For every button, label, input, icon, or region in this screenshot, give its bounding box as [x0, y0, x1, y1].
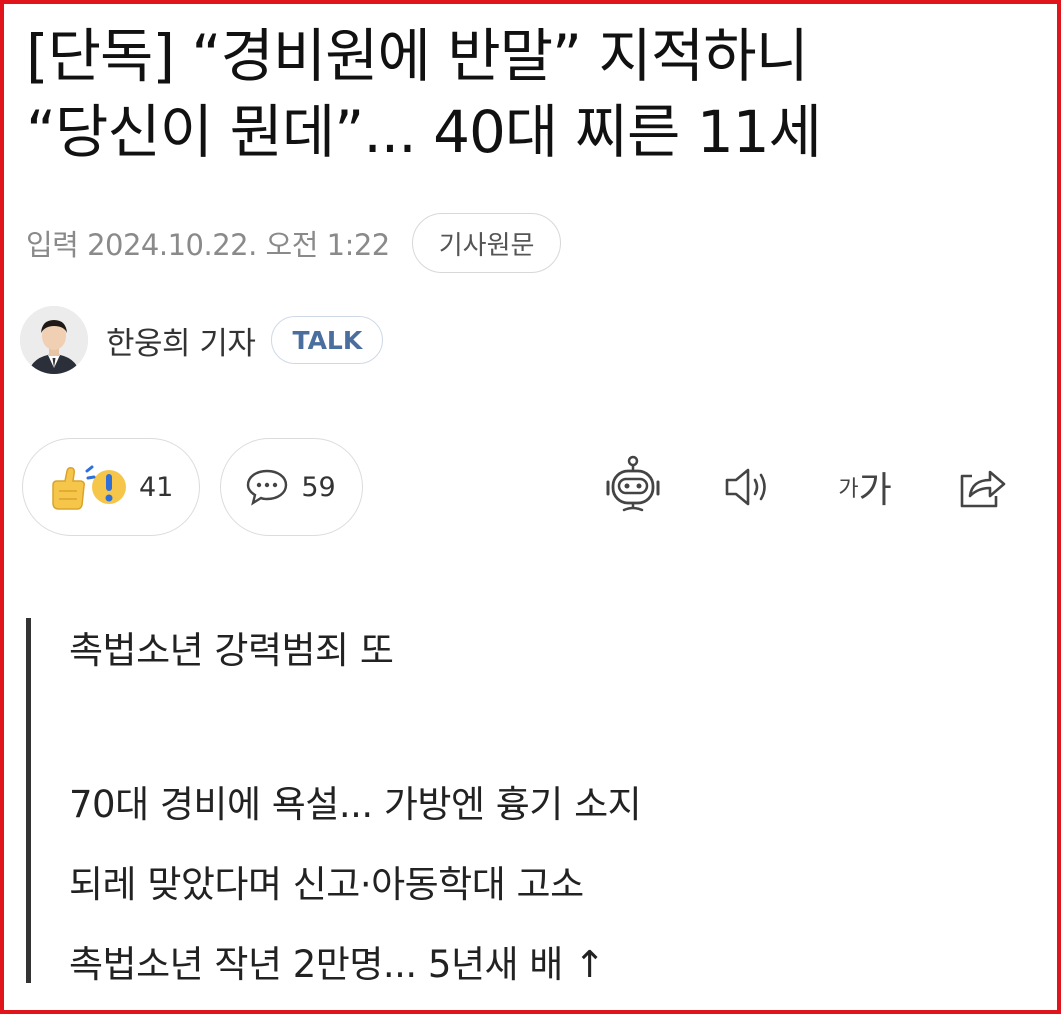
article-meta: 입력 2024.10.22. 오전 1:22 기사원문: [26, 212, 562, 274]
text-to-speech-button[interactable]: [712, 452, 782, 522]
title-line-1: [단독] “경비원에 반말” 지적하니: [26, 22, 809, 90]
summary-line-3: 되레 맞았다며 신고·아동학대 고소: [69, 863, 584, 906]
font-size-button[interactable]: 가 가: [826, 452, 904, 522]
talk-button[interactable]: TALK: [271, 316, 384, 364]
summary-line-1: 촉법소년 강력범죄 또: [69, 629, 394, 672]
article-title: [단독] “경비원에 반말” 지적하니 “당신이 뭔데”... 40대 찌른 1…: [26, 18, 1036, 170]
original-article-button[interactable]: 기사원문: [411, 213, 562, 273]
robot-icon: [606, 455, 660, 512]
talk-label: TALK: [292, 325, 363, 355]
share-icon: [960, 470, 1006, 508]
share-button[interactable]: [946, 452, 1016, 522]
author-name[interactable]: 한웅희 기자: [106, 318, 256, 363]
summary-line-4: 촉법소년 작년 2만명... 5년새 배 ↑: [69, 943, 605, 986]
publish-date: 입력 2024.10.22. 오전 1:22: [26, 228, 390, 262]
avatar-portrait-icon: [20, 306, 88, 374]
summary-bot-button[interactable]: [598, 452, 668, 522]
font-size-icon-small: 가: [838, 477, 859, 502]
original-article-label: 기사원문: [438, 230, 535, 261]
font-size-icon-large: 가: [858, 470, 892, 511]
summary-line-2: 70대 경비에 욕설... 가방엔 흉기 소지: [69, 783, 642, 826]
article-toolbar: 가 가: [0, 452, 1061, 522]
avatar[interactable]: [20, 306, 88, 374]
article-summary: 촉법소년 강력범죄 또 70대 경비에 욕설... 가방엔 흉기 소지 되레 맞…: [26, 618, 831, 986]
title-line-2: “당신이 뭔데”... 40대 찌른 11세: [26, 98, 822, 166]
author-row: 한웅희 기자 TALK: [20, 306, 384, 374]
speaker-icon: [725, 468, 766, 506]
